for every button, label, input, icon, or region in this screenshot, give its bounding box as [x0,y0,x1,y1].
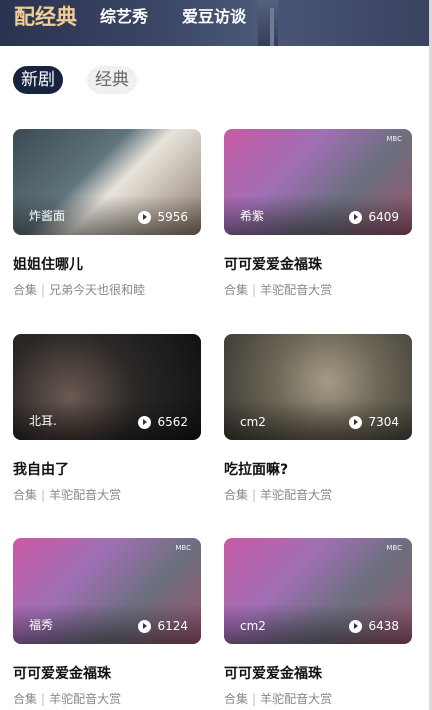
video-title[interactable]: 吃拉面嘛? [224,459,412,479]
play-count: 6438 [349,619,399,633]
video-card[interactable]: cm2 7304 吃拉面嘛? 合集 | 羊驼配音大赏 [224,334,412,503]
play-count: 6562 [138,415,188,429]
video-title[interactable]: 姐姐住哪儿 [13,254,201,274]
video-thumbnail[interactable]: cm2 7304 [224,334,412,440]
video-thumbnail[interactable]: MBC 福秀 6124 [13,538,201,644]
broadcaster-badge: MBC [386,135,402,143]
video-thumbnail[interactable]: MBC 希紫 6409 [224,129,412,235]
play-count: 5956 [138,210,188,224]
video-meta: 合集 | 羊驼配音大赏 [13,488,122,502]
video-meta: 合集 | 羊驼配音大赏 [224,488,333,502]
play-circle-icon [138,415,152,429]
banner-decoration-pole [270,8,274,46]
dubber-name: 北耳. [29,414,57,428]
video-card[interactable]: MBC 福秀 6124 可可爱爱金福珠 合集 | 羊驼配音大赏 [13,538,201,707]
video-title[interactable]: 可可爱爱金福珠 [224,254,412,274]
play-circle-icon [138,619,152,633]
video-thumbnail[interactable]: 北耳. 6562 [13,334,201,440]
video-title[interactable]: 可可爱爱金福珠 [224,663,412,683]
video-meta: 合集 | 羊驼配音大赏 [224,283,333,297]
play-circle-icon [349,619,363,633]
video-meta: 合集 | 兄弟今天也很和睦 [13,283,146,297]
play-circle-icon [349,415,363,429]
video-title[interactable]: 可可爱爱金福珠 [13,663,201,683]
video-card[interactable]: 炸酱面 5956 姐姐住哪儿 合集 | 兄弟今天也很和睦 [13,129,201,298]
play-count: 6124 [138,619,188,633]
dubber-name: 福秀 [29,618,54,632]
play-count: 7304 [349,415,399,429]
banner-decoration [258,0,278,46]
filter-chip-new-drama[interactable]: 新剧 [13,66,63,94]
play-count: 6409 [349,210,399,224]
tab-variety-show[interactable]: 综艺秀 [100,0,148,34]
play-circle-icon [349,210,363,224]
dubber-name: cm2 [240,619,266,633]
broadcaster-badge: MBC [386,544,402,552]
dubber-name: cm2 [240,415,266,429]
tab-classic-dubbing[interactable]: 配经典 [14,0,77,34]
top-nav-banner: 配经典 综艺秀 爱豆访谈 [0,0,429,46]
dubber-name: 炸酱面 [29,209,66,223]
video-title[interactable]: 我自由了 [13,459,201,479]
broadcaster-badge: MBC [175,544,191,552]
video-card[interactable]: 北耳. 6562 我自由了 合集 | 羊驼配音大赏 [13,334,201,503]
video-thumbnail[interactable]: MBC cm2 6438 [224,538,412,644]
video-thumbnail[interactable]: 炸酱面 5956 [13,129,201,235]
video-meta: 合集 | 羊驼配音大赏 [224,692,333,706]
filter-chip-classic[interactable]: 经典 [87,66,137,94]
dubber-name: 希紫 [240,209,265,223]
video-card[interactable]: MBC 希紫 6409 可可爱爱金福珠 合集 | 羊驼配音大赏 [224,129,412,298]
video-meta: 合集 | 羊驼配音大赏 [13,692,122,706]
tab-idol-interview[interactable]: 爱豆访谈 [182,0,246,34]
video-card[interactable]: MBC cm2 6438 可可爱爱金福珠 合集 | 羊驼配音大赏 [224,538,412,707]
play-circle-icon [138,210,152,224]
